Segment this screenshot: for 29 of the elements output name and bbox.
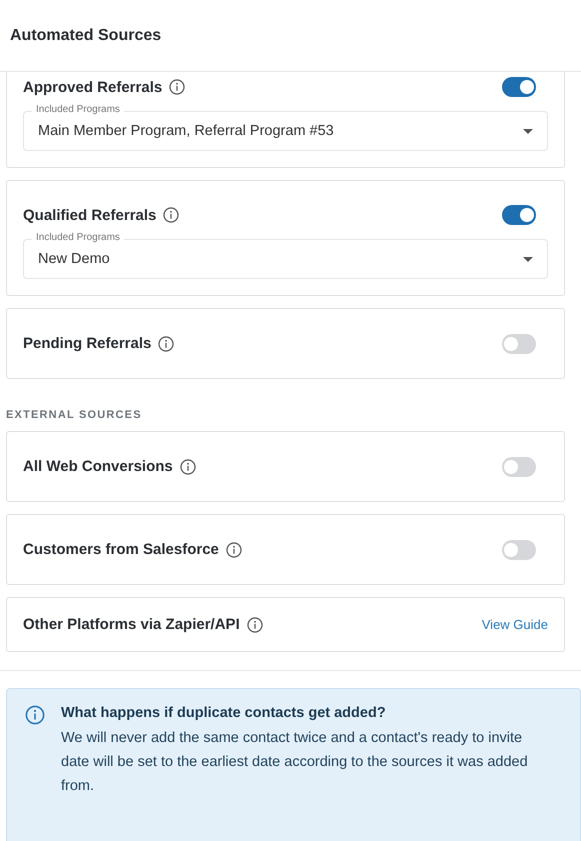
info-icon[interactable]	[180, 458, 196, 474]
toggle-switch[interactable]	[502, 456, 536, 476]
field-label: Included Programs	[32, 103, 124, 117]
page-title: Automated Sources	[10, 26, 162, 44]
source-label: Approved Referrals	[23, 78, 162, 96]
source-label: Other Platforms via Zapier/API	[23, 616, 240, 633]
toggle-switch[interactable]	[502, 540, 536, 560]
section-heading: EXTERNAL SOURCES	[6, 409, 143, 421]
info-icon[interactable]	[169, 79, 186, 95]
info-title: What happens if duplicate contacts get added?	[61, 705, 387, 721]
source-label: Qualified Referrals	[23, 206, 156, 224]
caret-icon	[523, 256, 533, 262]
field-value: New Demo	[38, 251, 111, 267]
caret-icon	[523, 128, 533, 134]
info-icon[interactable]	[163, 207, 180, 223]
info-text: We will never add the same contact twice and a contact's ready to invite date will be set to the earliest date according to the sources it was added from.	[61, 729, 529, 796]
info-icon	[25, 705, 45, 725]
toggle-switch[interactable]	[502, 334, 536, 354]
source-label: Customers from Salesforce	[23, 541, 219, 558]
source-label: Pending Referrals	[23, 335, 152, 352]
field-value: Main Member Program, Referral Program #53	[38, 123, 335, 139]
source-label: All Web Conversions	[23, 458, 173, 475]
info-icon[interactable]	[158, 336, 174, 352]
field-label: Included Programs	[32, 231, 124, 245]
toggle-switch[interactable]	[502, 77, 536, 97]
toggle-switch[interactable]	[502, 205, 536, 225]
view-guide-link[interactable]: View Guide	[482, 617, 548, 632]
info-icon[interactable]	[226, 542, 242, 558]
info-icon[interactable]	[246, 616, 263, 632]
